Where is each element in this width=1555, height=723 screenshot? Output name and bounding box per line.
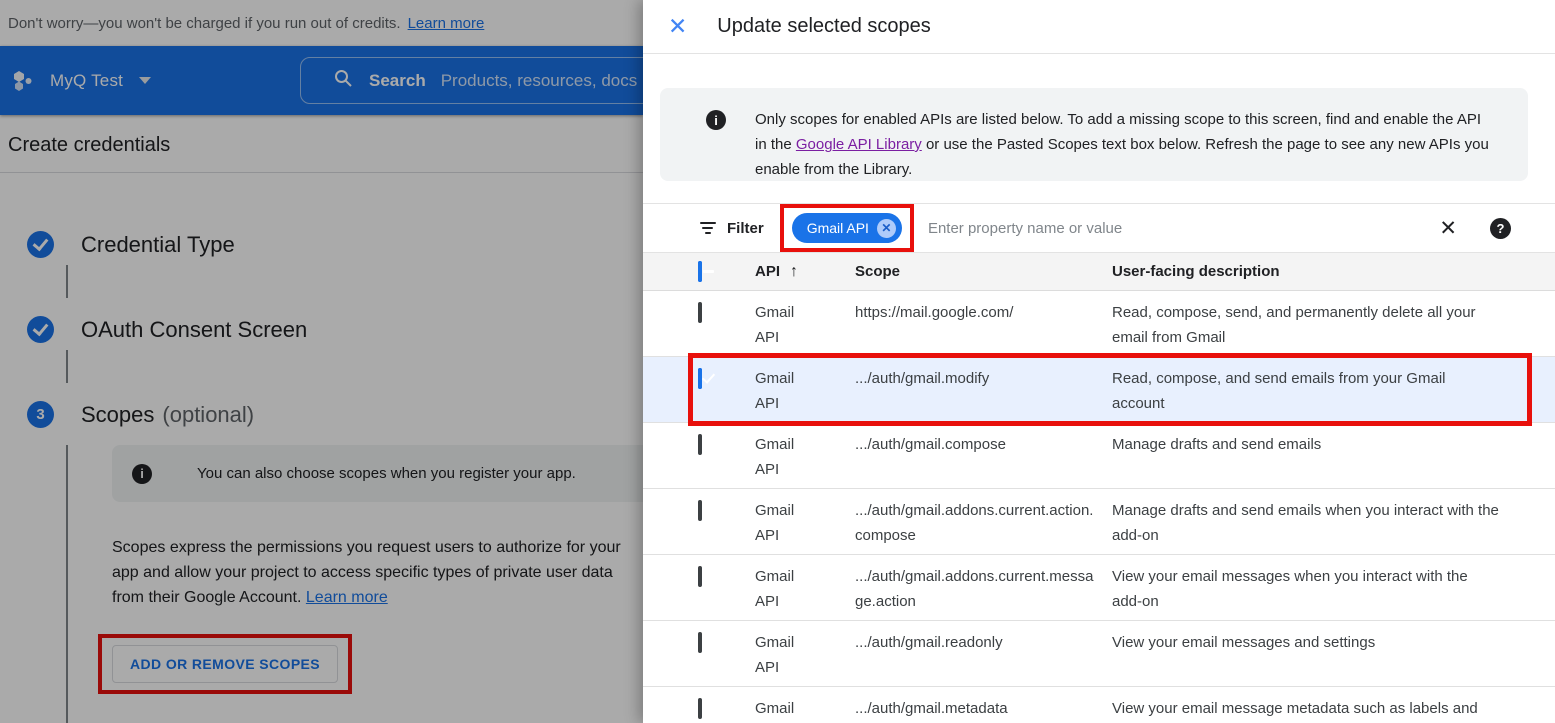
scope-row-api: Gmail API xyxy=(755,432,805,482)
step-credential-type[interactable]: Credential Type xyxy=(27,231,643,258)
scopes-learn-more-link[interactable]: Learn more xyxy=(306,589,388,606)
scope-row-checkbox[interactable] xyxy=(698,698,702,719)
scope-table-row[interactable]: Gmail API .../auth/gmail.addons.current.… xyxy=(643,555,1555,621)
scope-row-description: View your email messages when you intera… xyxy=(1112,564,1555,614)
column-header-description[interactable]: User-facing description xyxy=(1112,263,1555,280)
scope-row-checkbox[interactable] xyxy=(698,302,702,323)
update-scopes-panel: ✕ Update selected scopes i Only scopes f… xyxy=(643,0,1555,723)
google-api-library-link[interactable]: Google API Library xyxy=(796,136,922,153)
column-header-api[interactable]: API↑ xyxy=(755,263,855,281)
scope-table-row[interactable]: Gmail API .../auth/gmail.readonly View y… xyxy=(643,621,1555,687)
scopes-description: Scopes express the permissions you reque… xyxy=(112,535,643,610)
scopes-table-header: API↑ Scope User-facing description xyxy=(643,253,1555,291)
scopes-note-text: You can also choose scopes when you regi… xyxy=(197,465,576,482)
filter-label: Filter xyxy=(727,220,764,237)
app-bar: MyQ Test Search Products, resources, doc… xyxy=(0,46,643,115)
step-oauth-consent-screen[interactable]: OAuth Consent Screen xyxy=(27,316,643,343)
page-title: Create credentials xyxy=(0,115,643,172)
sort-ascending-icon: ↑ xyxy=(790,263,798,280)
step-label: Credential Type xyxy=(81,232,235,258)
step-label: OAuth Consent Screen xyxy=(81,317,307,343)
scope-row-description: Manage drafts and send emails xyxy=(1112,432,1555,482)
scope-row-scope: .../auth/gmail.readonly xyxy=(855,630,1112,680)
chevron-down-icon xyxy=(139,77,151,84)
scope-row-checkbox[interactable] xyxy=(698,500,702,521)
scope-row-scope: .../auth/gmail.addons.current.action.com… xyxy=(855,498,1112,548)
banner-text: Don't worry—you won't be charged if you … xyxy=(8,15,401,32)
scope-row-description: View your email messages and settings xyxy=(1112,630,1555,680)
search-placeholder-text: Products, resources, docs xyxy=(441,71,638,91)
scope-row-api: Gmail API xyxy=(755,696,805,723)
search-icon xyxy=(333,68,353,93)
step-label: Scopes(optional) xyxy=(81,402,254,428)
scope-row-checkbox[interactable] xyxy=(698,368,702,389)
step-scopes[interactable]: 3 Scopes(optional) xyxy=(27,401,643,428)
filter-input[interactable] xyxy=(928,220,1439,237)
chip-remove-icon[interactable]: ✕ xyxy=(877,219,896,238)
scope-row-scope: .../auth/gmail.compose xyxy=(855,432,1112,482)
filter-chip-gmail-api[interactable]: Gmail API ✕ xyxy=(792,213,902,243)
scope-row-api: Gmail API xyxy=(755,630,805,680)
scope-row-checkbox[interactable] xyxy=(698,434,702,455)
scope-table-row[interactable]: Gmail API https://mail.google.com/ Read,… xyxy=(643,291,1555,357)
filter-bar: Filter Gmail API ✕ ✕ ? xyxy=(643,203,1555,253)
step-done-check-icon xyxy=(27,231,54,258)
panel-header: ✕ Update selected scopes xyxy=(643,0,1555,54)
scope-row-api: Gmail API xyxy=(755,300,805,350)
screen: Don't worry—you won't be charged if you … xyxy=(0,0,1555,723)
step-number-badge: 3 xyxy=(27,401,54,428)
divider xyxy=(0,172,643,173)
column-header-scope[interactable]: Scope xyxy=(855,263,1112,280)
scope-row-description: View your email message metadata such as… xyxy=(1112,696,1555,723)
scope-row-api: Gmail API xyxy=(755,564,805,614)
gmail-api-chip-highlight-box: Gmail API ✕ xyxy=(780,204,914,252)
panel-title: Update selected scopes xyxy=(717,15,930,38)
scope-row-description: Read, compose, send, and permanently del… xyxy=(1112,300,1555,350)
scope-table-row[interactable]: Gmail API .../auth/gmail.compose Manage … xyxy=(643,423,1555,489)
scope-row-api: Gmail API xyxy=(755,366,805,416)
chip-label: Gmail API xyxy=(807,220,869,236)
scope-table-row[interactable]: Gmail API .../auth/gmail.addons.current.… xyxy=(643,489,1555,555)
background-page: Don't worry—you won't be charged if you … xyxy=(0,0,643,723)
help-icon[interactable]: ? xyxy=(1490,218,1511,239)
project-switcher[interactable]: MyQ Test xyxy=(50,71,151,91)
scope-row-description: Read, compose, and send emails from your… xyxy=(1112,366,1555,416)
scope-row-checkbox[interactable] xyxy=(698,632,702,653)
info-card-text: Only scopes for enabled APIs are listed … xyxy=(755,107,1495,181)
scope-row-scope: .../auth/gmail.metadata xyxy=(855,696,1112,723)
clear-filter-icon[interactable]: ✕ xyxy=(1439,218,1457,239)
stepper-connector xyxy=(66,350,68,383)
scopes-step-content: i You can also choose scopes when you re… xyxy=(66,445,643,723)
free-trial-banner: Don't worry—you won't be charged if you … xyxy=(0,0,643,46)
scope-row-scope: .../auth/gmail.addons.current.message.ac… xyxy=(855,564,1112,614)
cloud-project-logo-icon xyxy=(12,69,36,93)
scopes-table-body: Gmail API https://mail.google.com/ Read,… xyxy=(643,291,1555,723)
banner-learn-more-link[interactable]: Learn more xyxy=(408,15,485,32)
step-done-check-icon xyxy=(27,316,54,343)
info-icon: i xyxy=(706,110,726,130)
enabled-apis-info-card: i Only scopes for enabled APIs are liste… xyxy=(660,88,1528,181)
project-name: MyQ Test xyxy=(50,71,123,91)
scope-row-checkbox[interactable] xyxy=(698,566,702,587)
global-search-box[interactable]: Search Products, resources, docs xyxy=(300,57,643,104)
scope-row-scope: https://mail.google.com/ xyxy=(855,300,1112,350)
step-optional-suffix: (optional) xyxy=(162,402,254,427)
scope-row-api: Gmail API xyxy=(755,498,805,548)
scope-row-description: Manage drafts and send emails when you i… xyxy=(1112,498,1555,548)
credentials-stepper: Credential Type OAuth Consent Screen 3 S… xyxy=(27,231,643,723)
scope-table-row[interactable]: Gmail API .../auth/gmail.modify Read, co… xyxy=(643,357,1555,423)
select-all-checkbox[interactable] xyxy=(698,261,702,282)
stepper-connector xyxy=(66,265,68,298)
search-label: Search xyxy=(369,71,426,91)
filter-icon xyxy=(700,222,716,234)
scope-table-row[interactable]: Gmail API .../auth/gmail.metadata View y… xyxy=(643,687,1555,723)
add-scopes-highlight-box: ADD OR REMOVE SCOPES xyxy=(98,634,352,694)
close-icon[interactable]: ✕ xyxy=(668,15,687,38)
scope-row-scope: .../auth/gmail.modify xyxy=(855,366,1112,416)
add-or-remove-scopes-button[interactable]: ADD OR REMOVE SCOPES xyxy=(112,645,338,683)
scopes-note: i You can also choose scopes when you re… xyxy=(112,445,643,502)
info-icon: i xyxy=(132,464,152,484)
